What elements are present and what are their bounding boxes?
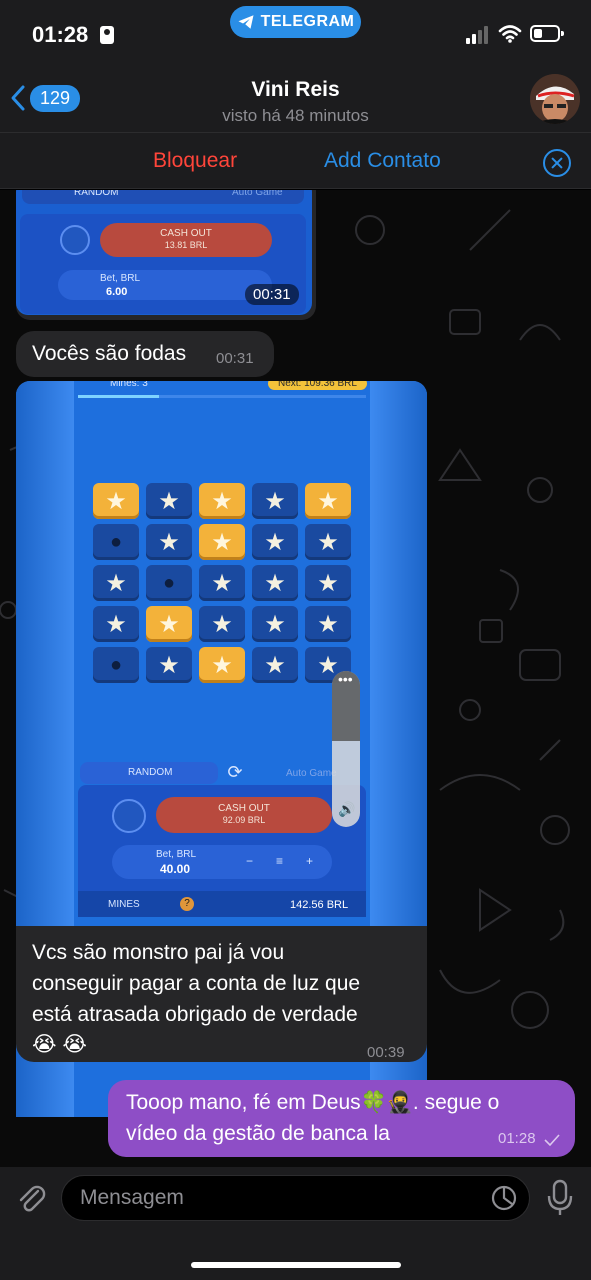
random-bar: RANDOM [80, 762, 218, 784]
telegram-pill[interactable]: TELEGRAM [230, 6, 361, 38]
id-card-icon [100, 26, 114, 44]
contact-avatar-image [530, 74, 580, 124]
incoming-message-bubble[interactable]: Vocês são fodas 00:31 [16, 331, 274, 377]
outgoing-message-bubble[interactable]: Tooop mano, fé em Deus🍀🥷. segue o vídeo … [108, 1080, 575, 1157]
cash-out-label: CASH OUT [218, 803, 270, 814]
mine-tile-star: ★ [199, 565, 245, 601]
more-icon[interactable]: ••• [338, 671, 353, 687]
bet-label: Bet, BRL [100, 273, 141, 284]
message-timestamp: 01:28 [498, 1130, 536, 1147]
checkmark-icon [544, 1134, 560, 1146]
message-line: 😭 😭 [32, 1033, 87, 1056]
mine-tile-star: ★ [305, 606, 351, 642]
refresh-icon: ⟳ [227, 762, 243, 782]
last-seen-status: visto há 48 minutos [222, 106, 369, 125]
auto-game-label: Auto Game [232, 190, 283, 198]
message-line: conseguir pagar a conta de luz que [32, 972, 361, 995]
cellular-signal-icon [466, 26, 488, 44]
mine-tile-bomb: ● [93, 647, 139, 683]
mine-tile-star: ★ [93, 565, 139, 601]
add-contact-button[interactable]: Add Contato [324, 149, 441, 173]
coins-icon: ≡ [276, 854, 284, 868]
mine-tile-star: ★ [252, 524, 298, 560]
contact-name[interactable]: Vini Reis [0, 78, 591, 102]
cash-out-label: CASH OUT [160, 228, 212, 239]
mine-tile-star: ★ [252, 565, 298, 601]
auto-game-label: Auto Game [286, 768, 337, 779]
mine-tile-star: ★ [252, 606, 298, 642]
mine-tile-star: ★ [199, 483, 245, 519]
mine-tile-star: ★ [305, 524, 351, 560]
random-label: RANDOM [128, 767, 173, 778]
bet-panel: Bet, BRL 6.00 [58, 270, 272, 300]
mine-tile-star: ★ [199, 647, 245, 683]
message-input[interactable] [61, 1175, 530, 1221]
cash-out-value: 92.09 BRL [222, 815, 266, 825]
random-label: RANDOM [74, 190, 119, 198]
mine-tile-star: ★ [252, 647, 298, 683]
game-footer: MINES ? 142.56 BRL [78, 891, 366, 917]
composer-bar [0, 1167, 591, 1280]
chat-header: 129 Vini Reis visto há 48 minutos [0, 70, 591, 132]
progress-bar [78, 395, 366, 398]
bet-value: 40.00 [160, 862, 191, 876]
cash-out-button: CASH OUT 13.81 BRL [100, 223, 272, 257]
volume-slider[interactable]: ••• 🔊 [332, 671, 360, 827]
mine-tile-star: ★ [252, 483, 298, 519]
microphone-icon[interactable] [546, 1179, 574, 1217]
mine-tile-star: ★ [93, 483, 139, 519]
mine-tile-bomb: ● [146, 565, 192, 601]
incoming-message-bubble[interactable]: Vcs são monstro pai já vou conseguir pag… [16, 926, 427, 1062]
video-thumbnail[interactable]: RANDOM Auto Game CASH OUT 13.81 BRL Bet,… [16, 190, 312, 315]
status-bar: 01:28 TELEGRAM [0, 0, 591, 70]
chat-history[interactable]: RANDOM Auto Game CASH OUT 13.81 BRL Bet,… [0, 190, 591, 1167]
autoplay-icon [60, 225, 90, 255]
mines-count-label: Mines: 3 [110, 381, 148, 389]
avatar[interactable] [530, 74, 580, 124]
bet-value: 6.00 [106, 286, 128, 298]
home-indicator[interactable] [191, 1262, 401, 1268]
battery-icon [530, 25, 564, 42]
mine-tile-star: ★ [199, 524, 245, 560]
mine-tile-star: ★ [305, 483, 351, 519]
block-button[interactable]: Bloquear [153, 149, 237, 173]
contact-action-bar: Bloquear Add Contato [0, 132, 591, 189]
game-name-label: MINES [108, 899, 140, 910]
help-icon: ? [180, 897, 194, 911]
message-timestamp: 00:31 [216, 350, 254, 367]
close-icon[interactable] [543, 149, 571, 177]
paperclip-icon[interactable] [14, 1181, 48, 1215]
status-time: 01:28 [32, 22, 89, 47]
speaker-icon: 🔊 [338, 801, 356, 817]
mine-tile-star: ★ [93, 606, 139, 642]
video-timestamp: 00:31 [245, 284, 299, 305]
bet-panel: Bet, BRL 40.00 − ≡ + [112, 845, 332, 879]
mine-tile-star: ★ [146, 483, 192, 519]
wifi-icon [498, 25, 522, 43]
mine-tile-star: ★ [146, 647, 192, 683]
random-bar: RANDOM Auto Game [22, 190, 304, 204]
next-payout-badge: Next: 109.36 BRL [268, 381, 367, 390]
mine-tile-star: ★ [146, 524, 192, 560]
message-text: Vocês são fodas [32, 342, 187, 365]
bet-label: Bet, BRL [156, 849, 197, 860]
timer-icon[interactable] [490, 1184, 518, 1212]
mine-tile-star: ★ [199, 606, 245, 642]
message-line: está atrasada obrigado de verdade [32, 1003, 358, 1026]
autoplay-icon [112, 799, 146, 833]
message-timestamp: 00:39 [367, 1044, 405, 1061]
mine-tile-star: ★ [305, 565, 351, 601]
mine-tile-star: ★ [146, 606, 192, 642]
telegram-pill-label: TELEGRAM [260, 13, 355, 30]
balance-value: 142.56 BRL [290, 899, 349, 911]
mine-tile-bomb: ● [93, 524, 139, 560]
message-line: Vcs são monstro pai já vou [32, 941, 285, 964]
cash-out-value: 13.81 BRL [164, 240, 208, 250]
message-line: vídeo da gestão de banca la [126, 1122, 390, 1145]
telegram-plane-icon [238, 15, 254, 29]
cash-out-button: CASH OUT 92.09 BRL [156, 797, 332, 833]
plus-icon: + [306, 854, 314, 868]
message-line: Tooop mano, fé em Deus🍀🥷. segue o [126, 1091, 500, 1114]
minus-icon: − [246, 854, 254, 868]
